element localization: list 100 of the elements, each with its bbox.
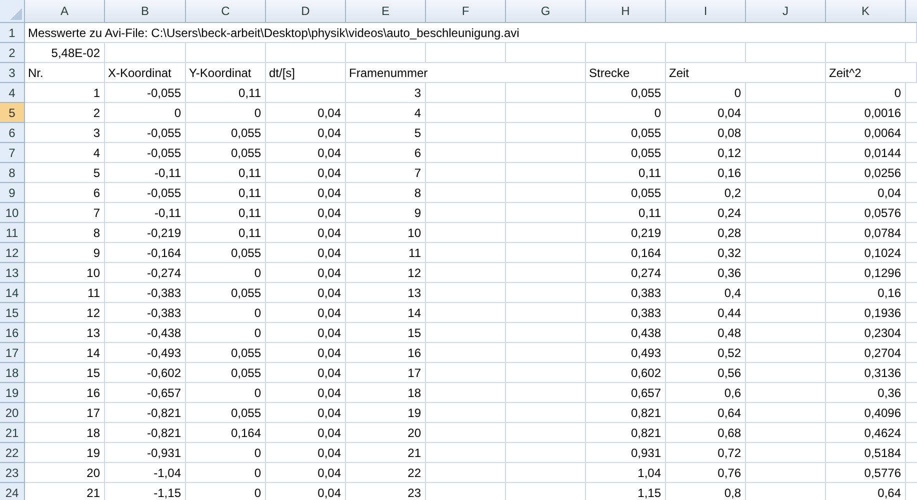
column-header[interactable]	[906, 0, 917, 22]
table-cell: 8	[25, 223, 105, 243]
table-cell: 5	[25, 163, 105, 183]
table-cell: 0,32	[666, 243, 746, 263]
row-header[interactable]: 2	[0, 43, 25, 63]
table-cell: 0,04	[266, 323, 346, 343]
table-cell: 1	[25, 83, 105, 103]
table-cell: 0,04	[266, 363, 346, 383]
row-header[interactable]: 18	[0, 363, 25, 383]
table-cell: 0,04	[266, 463, 346, 483]
row-header[interactable]: 14	[0, 283, 25, 303]
column-header[interactable]: K	[826, 0, 906, 22]
table-cell: 1,15	[586, 483, 666, 500]
table-cell: 0,11	[186, 183, 266, 203]
column-header[interactable]: I	[666, 0, 746, 22]
table-cell: 0,04	[266, 123, 346, 143]
row-header[interactable]: 17	[0, 343, 25, 363]
table-cell: 0,055	[186, 363, 266, 383]
table-cell: 0,2	[666, 183, 746, 203]
table-cell: 0	[586, 103, 666, 123]
row-header[interactable]: 8	[0, 163, 25, 183]
row-header[interactable]: 10	[0, 203, 25, 223]
table-cell: 0,04	[266, 203, 346, 223]
table-cell: 0,931	[586, 443, 666, 463]
table-cell: 0	[105, 103, 186, 123]
row-header[interactable]: 4	[0, 83, 25, 103]
table-cell: 0,2304	[826, 323, 906, 343]
table-cell: 0,055	[186, 123, 266, 143]
table-cell: 0,11	[186, 223, 266, 243]
select-all-icon[interactable]	[10, 8, 22, 20]
column-header[interactable]: J	[746, 0, 826, 22]
table-cell: 22	[346, 463, 426, 483]
column-header[interactable]: H	[586, 0, 666, 22]
table-cell: 12	[25, 303, 105, 323]
table-cell: -0,055	[105, 123, 186, 143]
table-cell: 19	[25, 443, 105, 463]
table-cell: 0,24	[666, 203, 746, 223]
table-cell-text: Nr.	[27, 64, 44, 82]
table-cell: 0	[186, 463, 266, 483]
row-header[interactable]: 1	[0, 23, 25, 43]
table-cell: 17	[346, 363, 426, 383]
table-cell: 0,055	[186, 283, 266, 303]
table-cell: 0,56	[666, 363, 746, 383]
column-header[interactable]: D	[266, 0, 346, 22]
row-header[interactable]: 6	[0, 123, 25, 143]
table-cell: 0,04	[266, 223, 346, 243]
table-cell: 2	[25, 103, 105, 123]
table-cell: 5,48E-02	[25, 43, 105, 63]
table-cell: 20	[346, 423, 426, 443]
table-cell: 0,52	[666, 343, 746, 363]
table-cell: 18	[346, 383, 426, 403]
row-header[interactable]: 5	[0, 103, 25, 123]
row-header[interactable]: 22	[0, 443, 25, 463]
table-cell: 0,055	[186, 343, 266, 363]
table-cell: -0,11	[105, 203, 186, 223]
table-cell-text: Messwerte zu Avi-File: C:\Users\beck-arbeit\Desktop\physik\videos\auto_beschleunigung.avi	[27, 24, 520, 42]
table-cell: 0,219	[586, 223, 666, 243]
table-cell: 0,602	[586, 363, 666, 383]
row-header[interactable]: 23	[0, 463, 25, 483]
row-header[interactable]: 7	[0, 143, 25, 163]
row-header[interactable]: 13	[0, 263, 25, 283]
table-cell: -0,11	[105, 163, 186, 183]
row-header[interactable]: 9	[0, 183, 25, 203]
column-header[interactable]: E	[346, 0, 426, 22]
column-header[interactable]: C	[186, 0, 266, 22]
table-cell: 0,11	[186, 83, 266, 103]
row-header[interactable]: 24	[0, 483, 25, 500]
row-header[interactable]: 12	[0, 243, 25, 263]
table-cell: 16	[346, 343, 426, 363]
table-cell: 23	[346, 483, 426, 500]
table-cell: 0,04	[266, 263, 346, 283]
row-header[interactable]: 15	[0, 303, 25, 323]
table-cell: 0,64	[826, 483, 906, 500]
table-cell: 0,383	[586, 283, 666, 303]
table-cell: 15	[346, 323, 426, 343]
table-cell: 0,11	[586, 203, 666, 223]
row-header[interactable]: 3	[0, 63, 25, 83]
table-cell-text: Strecke	[588, 64, 630, 82]
table-cell: 0,5184	[826, 443, 906, 463]
row-header[interactable]: 11	[0, 223, 25, 243]
column-header[interactable]: F	[426, 0, 506, 22]
table-cell: 21	[346, 443, 426, 463]
table-cell: 0,8	[666, 483, 746, 500]
column-header[interactable]: B	[105, 0, 186, 22]
table-cell: 0,1936	[826, 303, 906, 323]
table-cell: 0,11	[186, 203, 266, 223]
table-cell: -0,055	[105, 143, 186, 163]
column-header[interactable]: A	[25, 0, 105, 22]
table-cell: 0,055	[586, 123, 666, 143]
table-cell: 0,12	[666, 143, 746, 163]
row-header[interactable]: 21	[0, 423, 25, 443]
column-header[interactable]: G	[506, 0, 586, 22]
table-cell: 8	[346, 183, 426, 203]
row-header[interactable]: 20	[0, 403, 25, 423]
row-header[interactable]: 16	[0, 323, 25, 343]
table-cell: 10	[346, 223, 426, 243]
table-cell: 16	[25, 383, 105, 403]
table-cell: 0	[186, 323, 266, 343]
table-cell: 0,16	[666, 163, 746, 183]
row-header[interactable]: 19	[0, 383, 25, 403]
